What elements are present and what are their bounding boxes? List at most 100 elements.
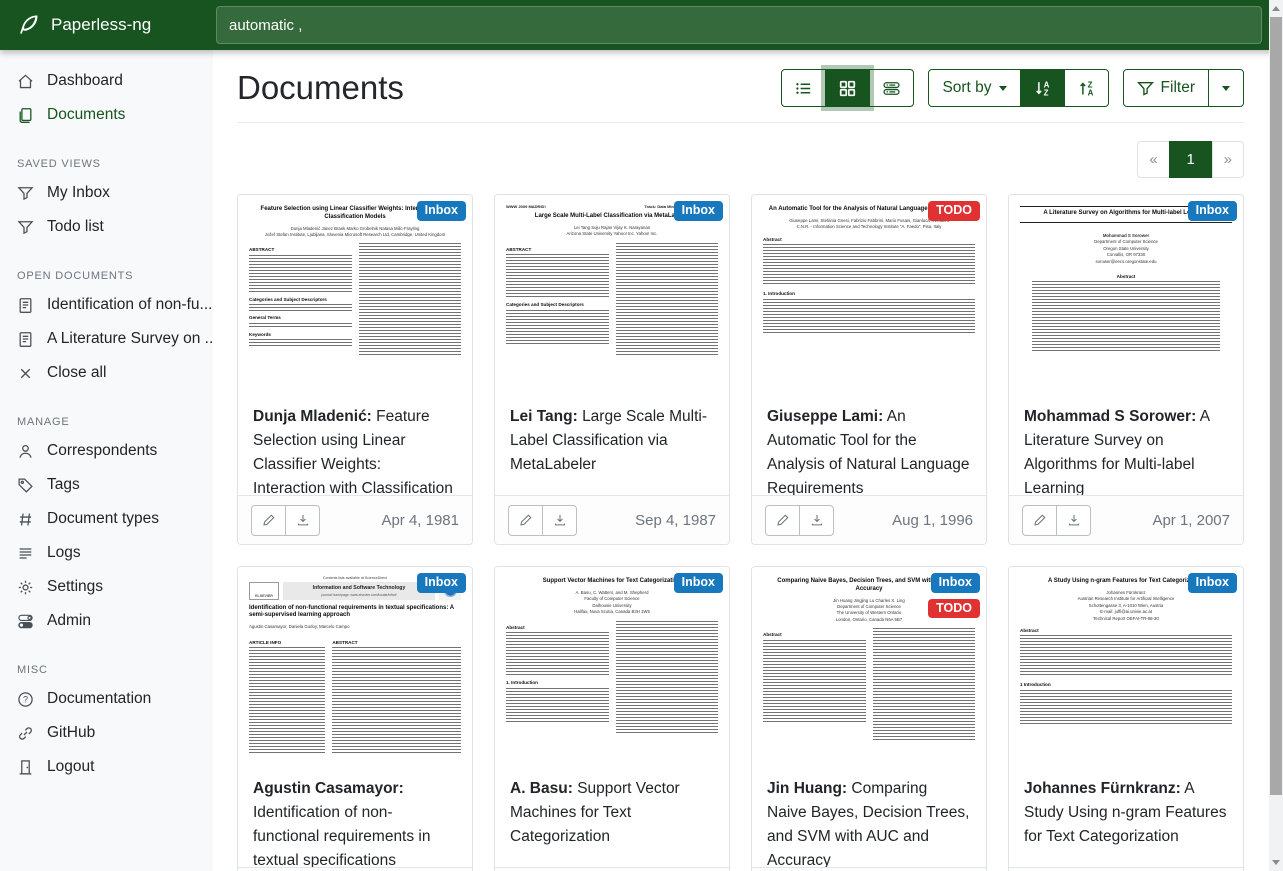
document-card: A Study Using n-gram Features for Text C… — [1008, 566, 1244, 871]
download-button[interactable] — [1056, 505, 1091, 536]
pagination-prev-button[interactable]: « — [1137, 141, 1169, 178]
sidebar-section-heading: SAVED VIEWS — [17, 158, 213, 170]
tag-badge-inbox[interactable]: Inbox — [931, 573, 980, 593]
sort-by-label: Sort by — [942, 79, 991, 97]
tag-badge-inbox[interactable]: Inbox — [674, 573, 723, 593]
document-date: Aug 1, 1996 — [892, 512, 973, 529]
edit-button[interactable] — [1022, 505, 1057, 536]
vertical-scrollbar[interactable] — [1269, 0, 1283, 871]
document-title-link[interactable]: Lei Tang: Large Scale Multi-Label Classi… — [510, 405, 714, 477]
document-thumbnail[interactable]: WWW 2009 MADRID!Track: Data Mining / Ses… — [495, 195, 729, 391]
document-title-link[interactable]: Jin Huang: Comparing Naive Bayes, Decisi… — [767, 777, 971, 867]
tag-badge-inbox[interactable]: Inbox — [674, 201, 723, 221]
document-thumbnail[interactable]: Feature Selection using Linear Classifie… — [238, 195, 472, 391]
sidebar-item-documents[interactable]: Documents — [0, 98, 213, 132]
main-content: Documents — [213, 50, 1269, 871]
document-thumbnail[interactable]: Contents lists available at ScienceDirec… — [238, 567, 472, 763]
edit-button[interactable] — [251, 505, 286, 536]
sidebar-item-logs[interactable]: Logs — [0, 536, 213, 570]
sidebar-item-label: Todo list — [47, 218, 104, 236]
scroll-up-arrow-icon[interactable] — [1269, 0, 1283, 17]
scroll-down-arrow-icon[interactable] — [1269, 854, 1283, 871]
sort-by-button[interactable]: Sort by — [928, 69, 1020, 107]
filter-dropdown-button[interactable] — [1208, 69, 1244, 107]
document-thumbnail[interactable]: A Literature Survey on Algorithms for Mu… — [1009, 195, 1243, 391]
tag-badge-todo[interactable]: TODO — [928, 201, 980, 221]
sidebar-section-heading: OPEN DOCUMENTS — [17, 270, 213, 282]
sidebar-item-label: GitHub — [47, 724, 95, 742]
sidebar-item-admin[interactable]: Admin — [0, 604, 213, 638]
correspondent-name: Giuseppe Lami: — [767, 408, 883, 425]
document-thumbnail[interactable]: Comparing Naive Bayes, Decision Trees, a… — [752, 567, 986, 763]
feather-icon — [16, 13, 40, 37]
sidebar-item-tags[interactable]: Tags — [0, 468, 213, 502]
funnel-icon — [1137, 80, 1154, 97]
edit-button[interactable] — [508, 505, 543, 536]
app-brand[interactable]: Paperless-ng — [0, 13, 213, 37]
tag-badge-inbox[interactable]: Inbox — [1188, 573, 1237, 593]
top-navbar: Paperless-ng — [0, 0, 1283, 50]
pagination-page-1[interactable]: 1 — [1169, 141, 1213, 178]
document-thumbnail[interactable]: Support Vector Machines for Text Categor… — [495, 567, 729, 763]
view-grid-button[interactable] — [825, 69, 870, 107]
sidebar-item-dashboard[interactable]: Dashboard — [0, 64, 213, 98]
edit-button[interactable] — [765, 505, 800, 536]
grid-icon — [839, 80, 856, 97]
view-details-button[interactable] — [869, 69, 914, 107]
document-title-link[interactable]: Agustin Casamayor: Identification of non… — [253, 777, 457, 867]
document-title-link[interactable]: Dunja Mladenić: Feature Selection using … — [253, 405, 457, 495]
search-input[interactable] — [216, 6, 1262, 44]
document-thumbnail[interactable]: An Automatic Tool for the Analysis of Na… — [752, 195, 986, 391]
correspondent-name: Agustin Casamayor: — [253, 780, 404, 797]
correspondent-name: Dunja Mladenić: — [253, 408, 372, 425]
sort-ascending-button[interactable]: AZ — [1020, 69, 1065, 107]
document-title-link[interactable]: Mohammad S Sorower: A Literature Survey … — [1024, 405, 1228, 495]
document-card: Support Vector Machines for Text Categor… — [494, 566, 730, 871]
tag-badge-inbox[interactable]: Inbox — [417, 573, 466, 593]
scrollbar-thumb[interactable] — [1270, 17, 1282, 795]
sidebar-item-documentation[interactable]: ?Documentation — [0, 682, 213, 716]
sidebar-item-close-all[interactable]: Close all — [0, 356, 213, 390]
download-button[interactable] — [285, 505, 320, 536]
sidebar-item-document-types[interactable]: Document types — [0, 502, 213, 536]
sidebar-item-settings[interactable]: Settings — [0, 570, 213, 604]
sidebar-item-a-literature-survey-on[interactable]: A Literature Survey on ... — [0, 322, 213, 356]
sidebar-item-identification-of-non-fu[interactable]: Identification of non-fu... — [0, 288, 213, 322]
download-button[interactable] — [799, 505, 834, 536]
sort-up-za-icon: ZA — [1078, 80, 1095, 97]
document-card: WWW 2009 MADRID!Track: Data Mining / Ses… — [494, 194, 730, 545]
document-title-link[interactable]: A. Basu: Support Vector Machines for Tex… — [510, 777, 714, 849]
pagination-next-button[interactable]: » — [1212, 141, 1244, 178]
filter-button[interactable]: Filter — [1123, 69, 1209, 107]
sort-group: Sort by AZ ZA — [928, 69, 1108, 107]
sidebar-item-github[interactable]: GitHub — [0, 716, 213, 750]
sidebar-item-logout[interactable]: Logout — [0, 750, 213, 784]
document-card-body: Jin Huang: Comparing Naive Bayes, Decisi… — [752, 763, 986, 867]
pagination: « 1 » — [1137, 141, 1244, 178]
sort-descending-button[interactable]: ZA — [1064, 69, 1109, 107]
sidebar-item-my-inbox[interactable]: My Inbox — [0, 176, 213, 210]
sidebar-item-todo-list[interactable]: Todo list — [0, 210, 213, 244]
download-button[interactable] — [542, 505, 577, 536]
document-title-link[interactable]: Giuseppe Lami: An Automatic Tool for the… — [767, 405, 971, 495]
tag-badge-inbox[interactable]: Inbox — [1188, 201, 1237, 221]
tag-badges: Inbox — [1188, 201, 1237, 221]
document-thumbnail[interactable]: A Study Using n-gram Features for Text C… — [1009, 567, 1243, 763]
hash-icon — [17, 511, 34, 528]
sidebar-item-label: Admin — [47, 612, 91, 630]
sidebar-item-label: Logs — [47, 544, 81, 562]
page-title: Documents — [237, 69, 404, 107]
sidebar-item-label: Correspondents — [47, 442, 157, 460]
tag-badges: Inbox TODO — [928, 573, 980, 618]
document-title: Identification of non-functional require… — [253, 804, 431, 867]
filter-icon — [17, 219, 34, 236]
correspondent-name: Jin Huang: — [767, 780, 847, 797]
document-date: Sep 4, 1987 — [635, 512, 716, 529]
document-title-link[interactable]: Johannes Fürnkranz: A Study Using n-gram… — [1024, 777, 1228, 849]
view-list-button[interactable] — [781, 69, 826, 107]
sidebar-item-correspondents[interactable]: Correspondents — [0, 434, 213, 468]
tag-badge-todo[interactable]: TODO — [928, 599, 980, 619]
document-card-footer: Apr 4, 1981 — [238, 495, 472, 544]
tag-badge-inbox[interactable]: Inbox — [417, 201, 466, 221]
sidebar-item-label: Document types — [47, 510, 159, 528]
